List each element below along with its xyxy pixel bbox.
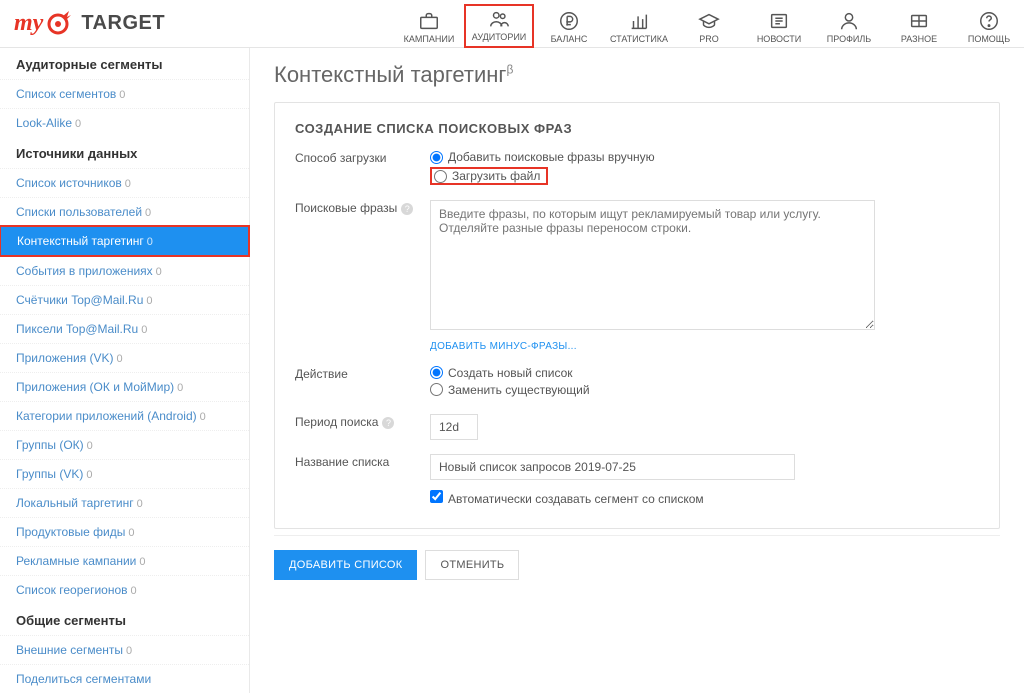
nav-audiences[interactable]: АУДИТОРИИ [464, 4, 534, 48]
top-header: my TARGET КАМПАНИИ АУДИТОРИИ БАЛАНС СТАТ… [0, 0, 1024, 48]
radio-replace-input[interactable] [430, 383, 443, 396]
sidebar-section-datasources: Источники данных [0, 137, 249, 168]
sidebar-item-app-events[interactable]: События в приложениях0 [0, 256, 249, 285]
add-list-button[interactable]: ДОБАВИТЬ СПИСОК [274, 550, 417, 580]
radio-file[interactable]: Загрузить файл [434, 169, 540, 183]
chart-icon [628, 10, 650, 32]
nav-pro[interactable]: PRO [674, 4, 744, 48]
period-label: Период поиска? [295, 414, 430, 440]
list-name-input[interactable] [430, 454, 795, 480]
sidebar-item-local-targeting[interactable]: Локальный таргетинг0 [0, 488, 249, 517]
radio-replace-list[interactable]: Заменить существующий [430, 383, 979, 397]
nav-profile[interactable]: ПРОФИЛЬ [814, 4, 884, 48]
sidebar-item-apps-ok[interactable]: Приложения (ОК и МойМир)0 [0, 372, 249, 401]
sidebar-item-top-counters[interactable]: Счётчики Top@Mail.Ru0 [0, 285, 249, 314]
radio-manual[interactable]: Добавить поисковые фразы вручную [430, 150, 979, 164]
help-icon [978, 10, 1000, 32]
help-icon[interactable]: ? [401, 203, 413, 215]
sidebar-item-groups-vk[interactable]: Группы (VK)0 [0, 459, 249, 488]
sidebar-item-user-lists[interactable]: Списки пользователей0 [0, 197, 249, 226]
sidebar-item-ad-campaigns[interactable]: Рекламные кампании0 [0, 546, 249, 575]
people-icon [488, 8, 510, 30]
radio-manual-input[interactable] [430, 151, 443, 164]
main-content: Контекстный таргетингβ СОЗДАНИЕ СПИСКА П… [250, 48, 1024, 693]
help-icon[interactable]: ? [382, 417, 394, 429]
footer-buttons: ДОБАВИТЬ СПИСОК ОТМЕНИТЬ [274, 535, 1000, 580]
sidebar-item-external-segments[interactable]: Внешние сегменты0 [0, 635, 249, 664]
sidebar-item-apps-vk[interactable]: Приложения (VK)0 [0, 343, 249, 372]
nav-stats[interactable]: СТАТИСТИКА [604, 4, 674, 48]
sidebar: Аудиторные сегменты Список сегментов0 Lo… [0, 48, 250, 693]
search-phrases-input[interactable] [430, 200, 875, 330]
nav-balance[interactable]: БАЛАНС [534, 4, 604, 48]
logo[interactable]: my TARGET [14, 10, 165, 37]
briefcase-icon [418, 10, 440, 32]
sidebar-item-android-categories[interactable]: Категории приложений (Android)0 [0, 401, 249, 430]
cap-icon [698, 10, 720, 32]
profile-icon [838, 10, 860, 32]
misc-icon [908, 10, 930, 32]
panel-title: СОЗДАНИЕ СПИСКА ПОИСКОВЫХ ФРАЗ [295, 121, 979, 136]
top-nav: КАМПАНИИ АУДИТОРИИ БАЛАНС СТАТИСТИКА PRO… [394, 4, 1024, 48]
listname-label: Название списка [295, 454, 430, 506]
sidebar-item-segment-list[interactable]: Список сегментов0 [0, 79, 249, 108]
sidebar-item-georegions[interactable]: Список георегионов0 [0, 575, 249, 604]
sidebar-item-source-list[interactable]: Список источников0 [0, 168, 249, 197]
search-period-input[interactable] [430, 414, 478, 440]
auto-segment-checkbox[interactable]: Автоматически создавать сегмент со списк… [430, 492, 704, 506]
radio-create-input[interactable] [430, 366, 443, 379]
target-icon [45, 11, 71, 37]
create-list-panel: СОЗДАНИЕ СПИСКА ПОИСКОВЫХ ФРАЗ Способ за… [274, 102, 1000, 529]
action-label: Действие [295, 366, 430, 400]
sidebar-item-groups-ok[interactable]: Группы (ОК)0 [0, 430, 249, 459]
phrases-label: Поисковые фразы? [295, 200, 430, 352]
cancel-button[interactable]: ОТМЕНИТЬ [425, 550, 519, 580]
add-minus-phrases-link[interactable]: ДОБАВИТЬ МИНУС-ФРАЗЫ... [430, 341, 577, 352]
sidebar-section-segments: Аудиторные сегменты [0, 48, 249, 79]
sidebar-item-share-segments[interactable]: Поделиться сегментами [0, 664, 249, 693]
logo-my: my [14, 10, 43, 37]
nav-misc[interactable]: РАЗНОЕ [884, 4, 954, 48]
ruble-icon [558, 10, 580, 32]
news-icon [768, 10, 790, 32]
auto-segment-input[interactable] [430, 490, 443, 503]
radio-file-input[interactable] [434, 170, 447, 183]
nav-help[interactable]: ПОМОЩЬ [954, 4, 1024, 48]
radio-create-list[interactable]: Создать новый список [430, 366, 979, 380]
nav-news[interactable]: НОВОСТИ [744, 4, 814, 48]
sidebar-section-shared: Общие сегменты [0, 604, 249, 635]
sidebar-item-product-feeds[interactable]: Продуктовые фиды0 [0, 517, 249, 546]
logo-target: TARGET [81, 12, 165, 35]
load-method-label: Способ загрузки [295, 150, 430, 186]
sidebar-item-lookalike[interactable]: Look-Alike0 [0, 108, 249, 137]
sidebar-item-top-pixels[interactable]: Пиксели Top@Mail.Ru0 [0, 314, 249, 343]
nav-campaigns[interactable]: КАМПАНИИ [394, 4, 464, 48]
page-title: Контекстный таргетингβ [274, 62, 1000, 88]
sidebar-item-context-targeting[interactable]: Контекстный таргетинг0 [0, 225, 250, 257]
